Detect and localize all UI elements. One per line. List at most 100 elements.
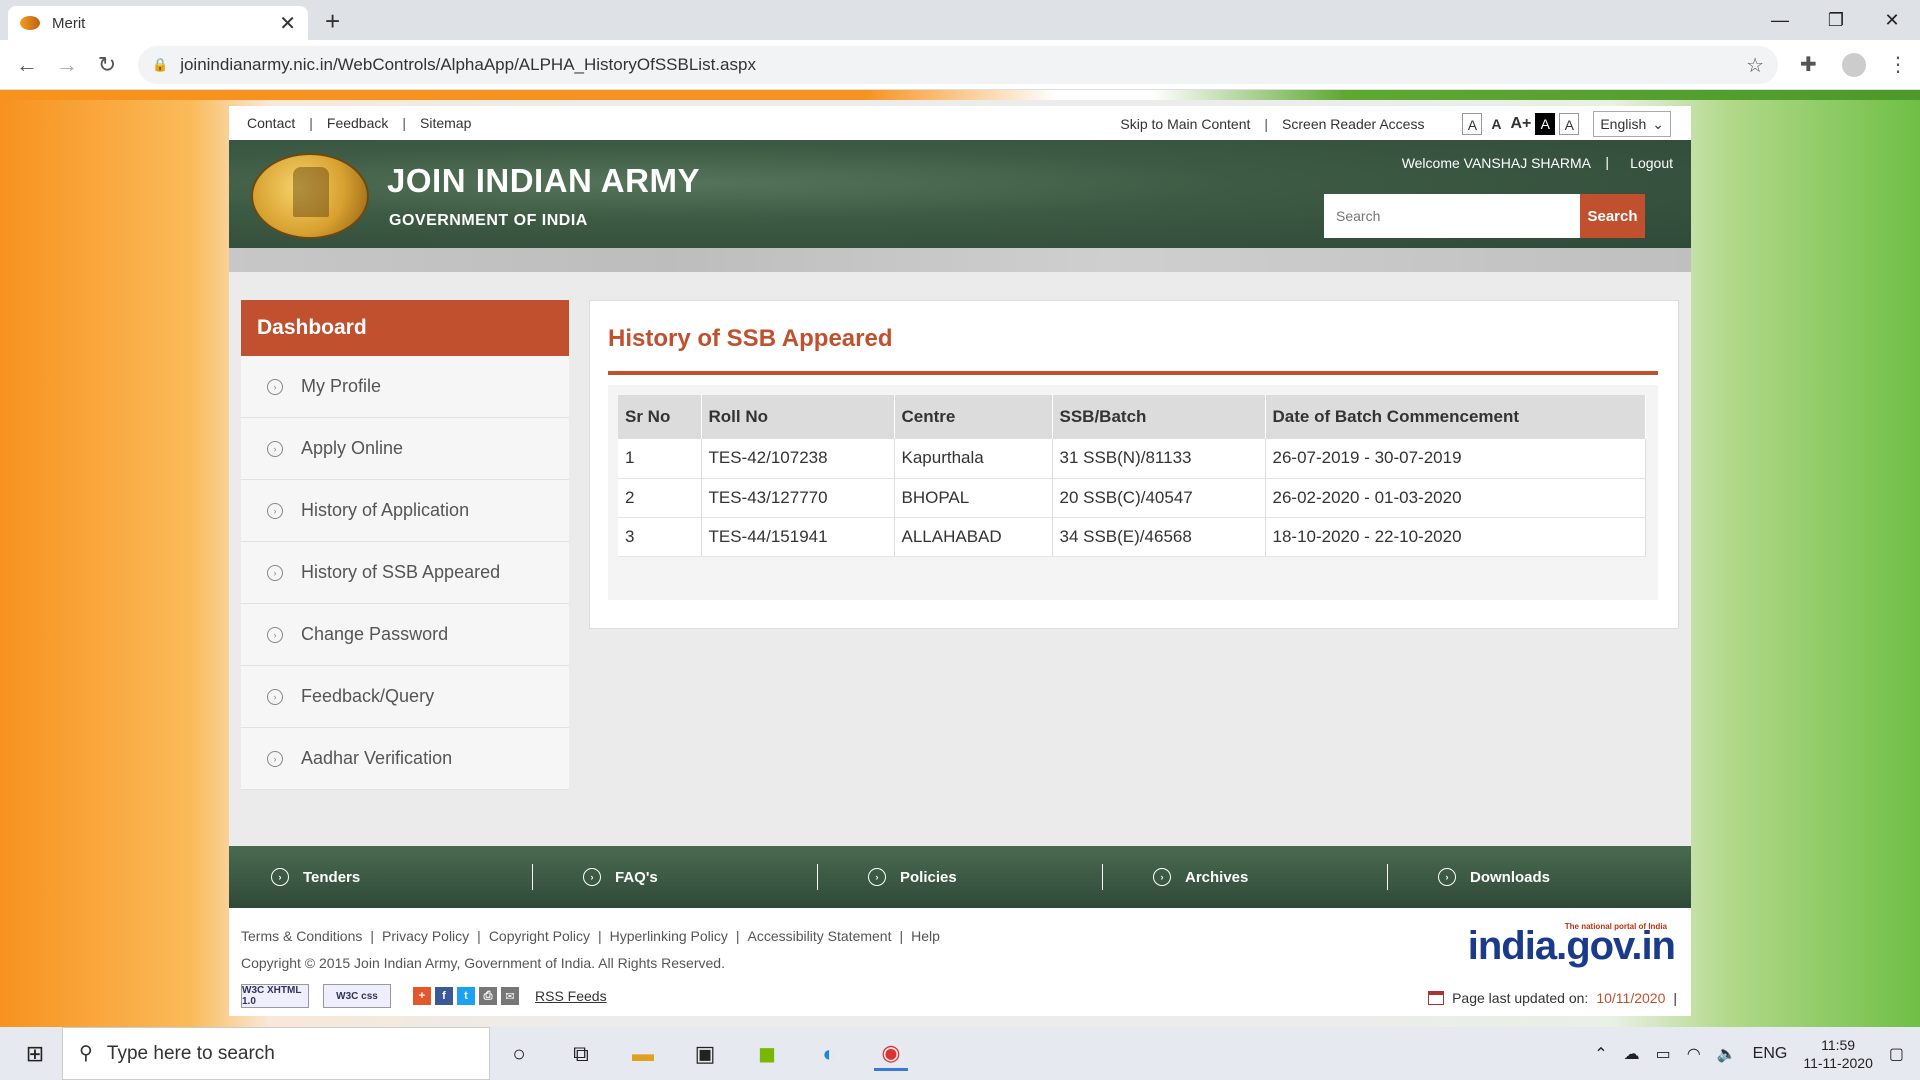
sidebar-item-change-password[interactable]: › Change Password [241,604,569,666]
onedrive-icon[interactable]: ☁ [1624,1044,1640,1064]
high-contrast-button[interactable]: A [1535,113,1556,135]
footer-nav-faqs[interactable]: › FAQ's [583,868,658,886]
footer-nav: › Tenders › FAQ's › Policies › Archives … [229,846,1691,908]
privacy-link[interactable]: Privacy Policy [382,928,469,944]
restore-icon[interactable]: ❐ [1808,0,1864,40]
footer-nav-downloads[interactable]: › Downloads [1438,868,1550,886]
circle-arrow-icon: › [267,750,283,767]
edge-icon[interactable]: ◐ [812,1037,846,1071]
screen-reader-link[interactable]: Screen Reader Access [1282,116,1424,132]
language-select[interactable]: English ⌄ [1593,111,1671,137]
sitemap-link[interactable]: Sitemap [420,115,471,131]
notifications-icon[interactable]: ▢ [1889,1044,1904,1064]
help-link[interactable]: Help [911,928,940,944]
language-indicator[interactable]: ENG [1753,1045,1788,1063]
print-icon[interactable]: ⎙ [479,987,497,1005]
w3c-xhtml-badge[interactable]: W3C XHTML 1.0 [241,984,309,1008]
table-row: 1 TES-42/107238 Kapurthala 31 SSB(N)/811… [618,439,1646,479]
rss-feeds-link[interactable]: RSS Feeds [535,988,607,1004]
facebook-icon[interactable]: f [435,987,453,1005]
accessibility-link[interactable]: Accessibility Statement [748,928,892,944]
sidebar-item-feedback-query[interactable]: › Feedback/Query [241,666,569,728]
cell-roll-no: TES-44/151941 [701,517,895,557]
language-value: English [1600,116,1647,132]
windows-start-icon[interactable]: ⊞ [10,1027,60,1080]
store-icon[interactable]: ▣ [688,1037,722,1071]
url-field[interactable]: 🔒 joinindianarmy.nic.in/WebControls/Alph… [138,46,1778,84]
chevron-up-icon[interactable]: ⌃ [1594,1044,1607,1064]
back-icon[interactable]: ← [12,50,42,80]
email-icon[interactable]: ✉ [501,987,519,1005]
share-plus-icon[interactable]: + [413,987,431,1005]
circle-arrow-icon: › [868,868,886,886]
new-tab-button[interactable]: + [325,6,340,37]
taskbar-search[interactable]: ⚲ Type here to search [62,1027,490,1080]
font-normal-button[interactable]: A [1486,113,1506,135]
site-search-button[interactable]: Search [1580,194,1645,238]
circle-arrow-icon: › [267,564,283,581]
font-size-controls: A A A+ A A [1462,113,1580,135]
lock-icon: 🔒 [152,57,169,72]
terms-link[interactable]: Terms & Conditions [241,928,362,944]
nvidia-icon[interactable]: ◼ [750,1037,784,1071]
sidebar-item-apply-online[interactable]: › Apply Online [241,418,569,480]
skip-main-link[interactable]: Skip to Main Content [1120,116,1250,132]
sidebar-item-history-of-ssb[interactable]: › History of SSB Appeared [241,542,569,604]
footer-nav-tenders[interactable]: › Tenders [271,868,360,886]
task-view-icon[interactable]: ⧉ [564,1037,598,1071]
url-text: joinindianarmy.nic.in/WebControls/AlphaA… [180,55,756,74]
address-bar: ← → ↻ 🔒 joinindianarmy.nic.in/WebControl… [0,40,1920,90]
footer-nav-archives[interactable]: › Archives [1153,868,1248,886]
site-search-input[interactable] [1324,194,1580,238]
circle-arrow-icon: › [267,626,283,643]
flag-strip [0,90,1920,100]
clock[interactable]: 11:59 11-11-2020 [1803,1036,1873,1072]
windows-taskbar: ⊞ ⚲ Type here to search ○ ⧉ ▬ ▣ ◼ ◐ ◉ ⌃ … [0,1027,1920,1080]
wifi-icon[interactable]: ◠ [1687,1044,1701,1064]
browser-tab[interactable]: Merit ✕ [8,6,308,40]
taskbar-search-placeholder: Type here to search [106,1042,275,1064]
logout-link[interactable]: Logout [1630,155,1673,171]
table-row: 3 TES-44/151941 ALLAHABAD 34 SSB(E)/4656… [618,517,1646,557]
circle-arrow-icon: › [1438,868,1456,886]
footer-nav-policies[interactable]: › Policies [868,868,957,886]
normal-contrast-button[interactable]: A [1559,113,1580,135]
reload-icon[interactable]: ↻ [92,50,122,80]
volume-icon[interactable]: 🔈 [1717,1044,1737,1064]
feedback-link[interactable]: Feedback [327,115,388,131]
sidebar-item-history-of-application[interactable]: › History of Application [241,480,569,542]
cell-roll-no: TES-43/127770 [701,478,895,518]
file-explorer-icon[interactable]: ▬ [626,1037,660,1071]
battery-icon[interactable]: ▭ [1656,1044,1671,1064]
cell-centre: BHOPAL [894,478,1053,518]
font-large-button[interactable]: A+ [1510,113,1531,135]
site-title: JOIN INDIAN ARMY [387,162,700,199]
india-gov-logo[interactable]: india.gov.in [1468,924,1676,969]
last-updated-date: 10/11/2020 [1596,990,1666,1006]
cortana-icon[interactable]: ○ [502,1037,536,1071]
profile-avatar[interactable] [1842,53,1866,77]
minimize-icon[interactable]: — [1752,0,1808,40]
sidebar-item-my-profile[interactable]: › My Profile [241,356,569,418]
window-close-icon[interactable]: ✕ [1864,0,1920,40]
last-updated: Page last updated on: 10/11/2020 | [1428,990,1677,1006]
menu-icon[interactable]: ⋮ [1888,52,1908,77]
cell-sr-no: 3 [618,517,702,557]
table-header-row: Sr No Roll No Centre SSB/Batch Date of B… [618,395,1646,439]
close-tab-icon[interactable]: ✕ [279,11,296,36]
chrome-icon[interactable]: ◉ [874,1037,908,1071]
font-small-button[interactable]: A [1462,113,1483,135]
copyright-policy-link[interactable]: Copyright Policy [489,928,590,944]
bookmark-star-icon[interactable]: ☆ [1746,53,1764,78]
tab-title: Merit [52,14,86,32]
twitter-icon[interactable]: t [457,987,475,1005]
cell-ssb-batch: 31 SSB(N)/81133 [1052,439,1266,479]
w3c-css-badge[interactable]: W3C css [323,984,391,1008]
sidebar-item-aadhar-verification[interactable]: › Aadhar Verification [241,728,569,790]
contact-link[interactable]: Contact [247,115,295,131]
extensions-icon[interactable]: ✚ [1800,52,1817,77]
forward-icon[interactable]: → [52,50,82,80]
hyperlinking-link[interactable]: Hyperlinking Policy [610,928,728,944]
ssb-history-panel: History of SSB Appeared Sr No Roll No Ce… [589,300,1679,629]
ssb-history-table: Sr No Roll No Centre SSB/Batch Date of B… [618,395,1646,557]
